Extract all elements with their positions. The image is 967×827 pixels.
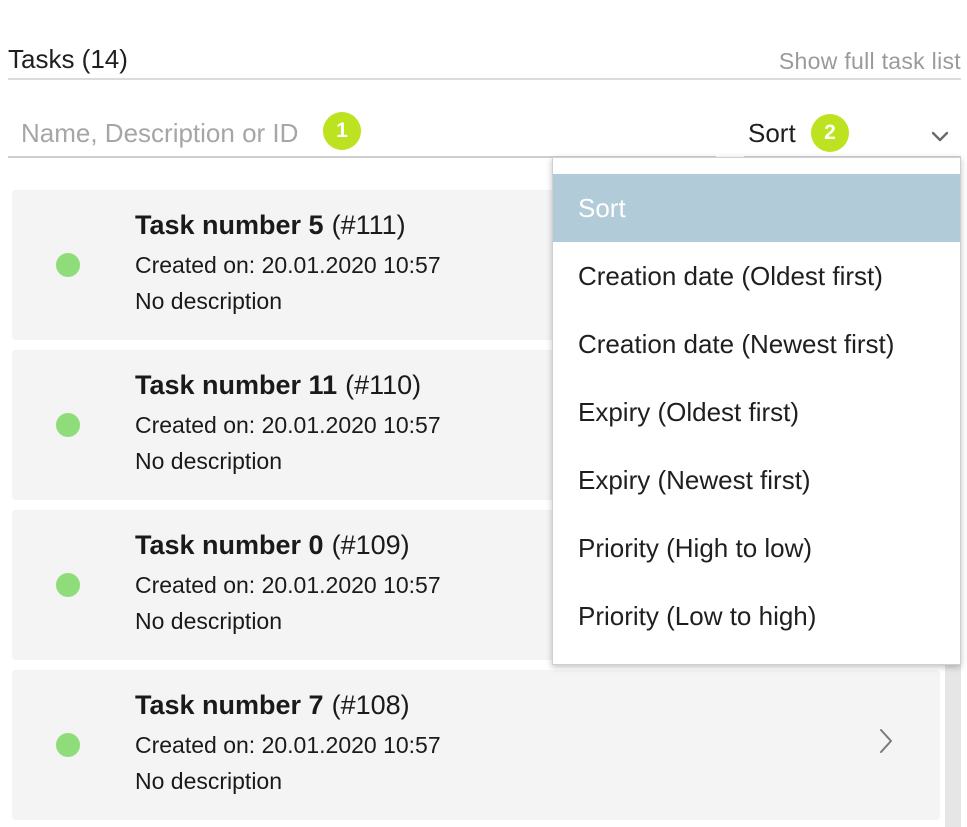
status-dot — [56, 573, 80, 597]
show-full-task-list-link[interactable]: Show full task list — [779, 48, 961, 75]
task-description: No description — [135, 448, 283, 474]
task-title: Task number 11 (#110) — [135, 370, 421, 401]
sort-dropdown-menu: Sort Creation date (Oldest first) Creati… — [552, 157, 961, 665]
task-created: Created on: 20.01.2020 10:57 — [135, 252, 441, 278]
step-badge-1: 1 — [323, 112, 361, 150]
task-name: Task number 11 — [135, 370, 338, 400]
task-card[interactable]: Task number 7 (#108) Created on: 20.01.20… — [12, 670, 940, 820]
sort-label: Sort — [748, 118, 796, 148]
sort-option-creation-oldest[interactable]: Creation date (Oldest first) — [553, 242, 960, 310]
status-dot — [56, 253, 80, 277]
task-description: No description — [135, 768, 283, 794]
tasks-header: Tasks (14) Show full task list — [8, 40, 961, 80]
task-created: Created on: 20.01.2020 10:57 — [135, 412, 441, 438]
task-title: Task number 5 (#111) — [135, 210, 406, 241]
task-name: Task number 5 — [135, 210, 324, 240]
sort-option-sort[interactable]: Sort — [553, 174, 960, 242]
task-id: (#109) — [331, 530, 410, 560]
sort-option-creation-newest[interactable]: Creation date (Newest first) — [553, 310, 960, 378]
task-created: Created on: 20.01.2020 10:57 — [135, 572, 441, 598]
page-title: Tasks (14) — [8, 44, 128, 74]
sort-option-priority-low-high[interactable]: Priority (Low to high) — [553, 582, 960, 650]
task-title: Task number 0 (#109) — [135, 530, 410, 561]
step-badge-2: 2 — [811, 114, 849, 152]
task-id: (#110) — [345, 370, 422, 400]
status-dot — [56, 413, 80, 437]
search-placeholder: Name, Description or ID — [21, 118, 299, 148]
chevron-down-icon — [931, 131, 949, 142]
task-description: No description — [135, 288, 283, 314]
search-input[interactable]: Name, Description or ID 1 — [8, 108, 716, 158]
task-name: Task number 0 — [135, 530, 324, 560]
task-description: No description — [135, 608, 283, 634]
task-id: (#108) — [331, 690, 410, 720]
task-name: Task number 7 — [135, 690, 324, 720]
chevron-right-icon[interactable] — [874, 726, 898, 756]
status-dot — [56, 733, 80, 757]
sort-option-expiry-newest[interactable]: Expiry (Newest first) — [553, 446, 960, 514]
sort-option-expiry-oldest[interactable]: Expiry (Oldest first) — [553, 378, 960, 446]
task-id: (#111) — [331, 210, 406, 240]
sort-option-priority-high-low[interactable]: Priority (High to low) — [553, 514, 960, 582]
sort-select[interactable]: Sort 2 — [744, 108, 961, 158]
task-title: Task number 7 (#108) — [135, 690, 410, 721]
task-created: Created on: 20.01.2020 10:57 — [135, 732, 441, 758]
